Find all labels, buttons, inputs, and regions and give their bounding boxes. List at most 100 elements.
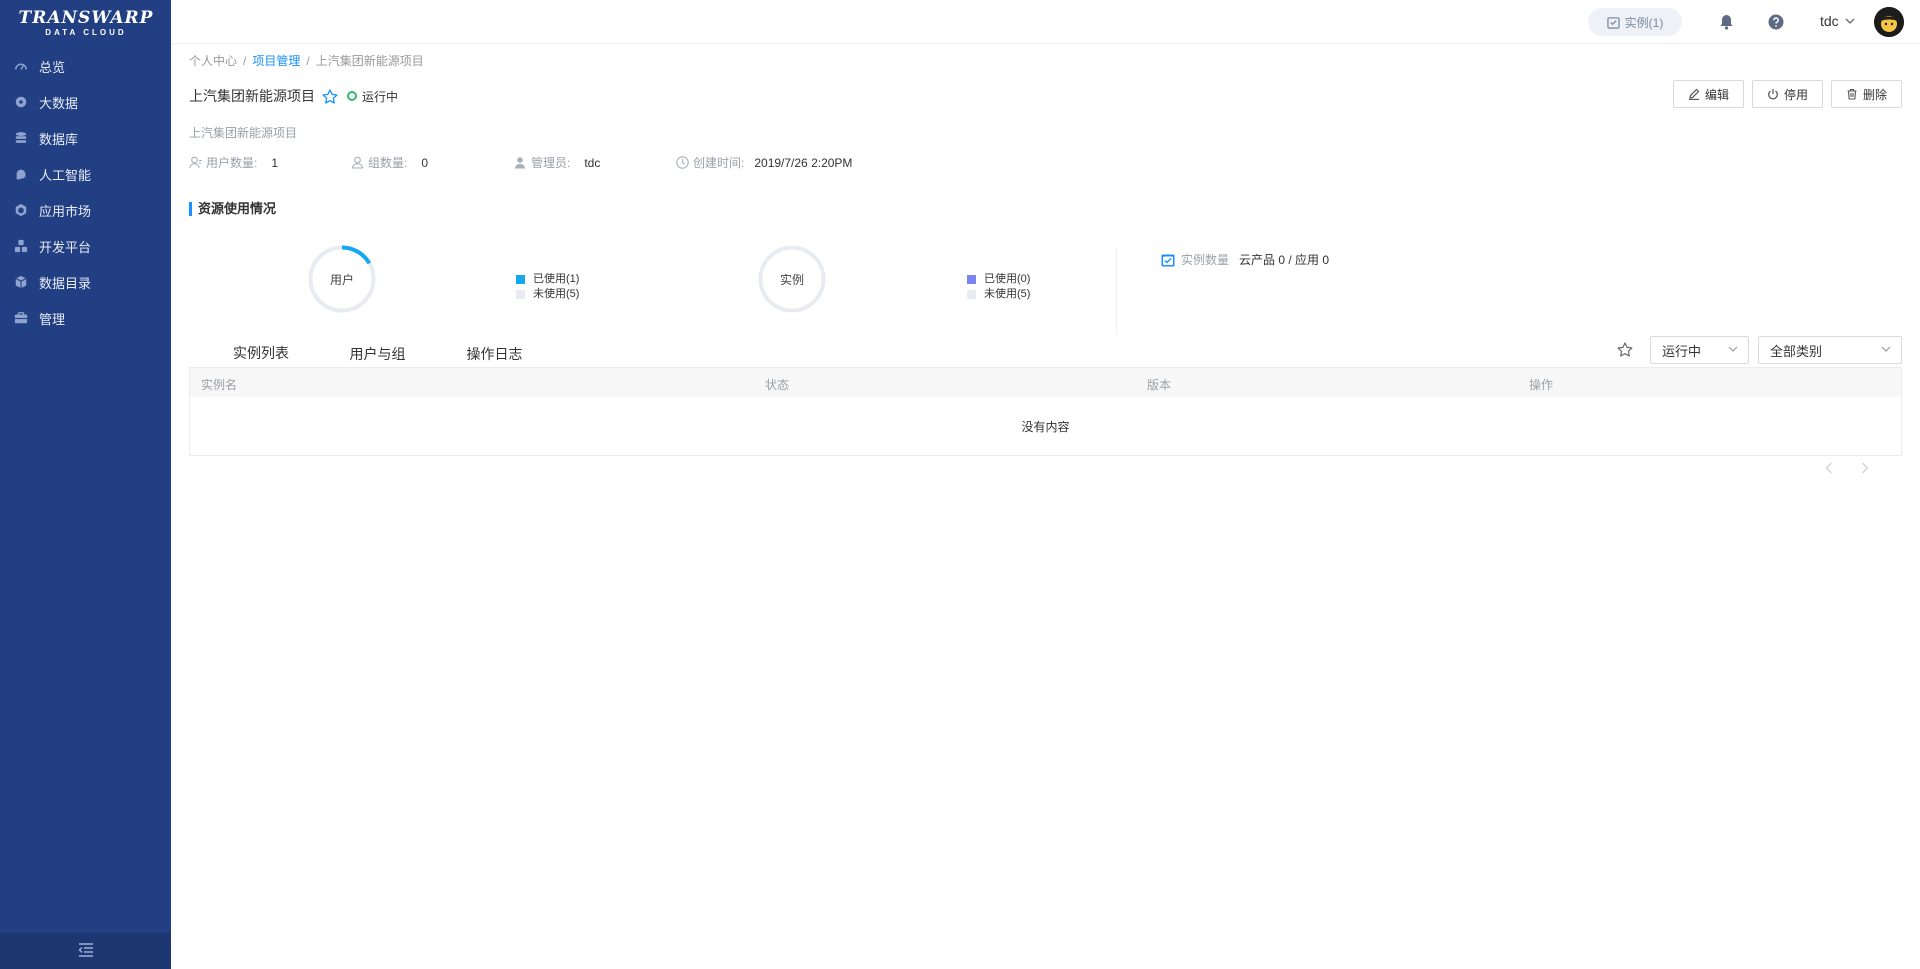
sidebar: TRANSWARP DATA CLOUD 总览 大数据 数据库 人工智能 应用市… <box>0 0 171 969</box>
legend-label: 已使用(1) <box>533 273 580 285</box>
legend-used: 已使用(0) <box>967 272 1030 287</box>
notification-bell-icon[interactable] <box>1717 13 1735 31</box>
database-icon <box>14 131 28 145</box>
prev-page-button[interactable] <box>1825 462 1833 477</box>
user-usage-donut: 用户 <box>308 245 376 313</box>
project-actions: 编辑 停用 删除 <box>1672 80 1902 108</box>
instance-count-button[interactable]: 实例(1) <box>1588 8 1682 36</box>
disable-button[interactable]: 停用 <box>1751 80 1823 108</box>
edit-button[interactable]: 编辑 <box>1672 80 1744 108</box>
tab-bar: 实例列表 用户与组 操作日志 <box>203 338 1902 370</box>
sidebar-item-overview[interactable]: 总览 <box>0 48 171 84</box>
sidebar-item-label: 总览 <box>39 59 66 75</box>
favorite-filter-star-icon[interactable] <box>1617 342 1633 360</box>
meta-label: 用户数量: <box>206 156 258 170</box>
dashboard-icon <box>14 59 28 73</box>
status-dot-icon <box>347 91 357 101</box>
disable-label: 停用 <box>1783 87 1808 102</box>
instance-count-value: 云产品 0 / 应用 0 <box>1239 253 1330 267</box>
management-icon <box>14 311 28 325</box>
legend-label: 未使用(5) <box>533 288 580 300</box>
sidebar-item-database[interactable]: 数据库 <box>0 120 171 156</box>
category-filter-select[interactable]: 全部类别 <box>1758 336 1902 364</box>
user-usage-legend: 已使用(1) 未使用(5) <box>516 272 579 302</box>
legend-label: 未使用(5) <box>984 288 1031 300</box>
meta-value: tdc <box>584 155 601 170</box>
next-page-button[interactable] <box>1861 462 1869 477</box>
sidebar-collapse-button[interactable] <box>0 933 171 969</box>
chevron-left-icon <box>1825 462 1832 474</box>
status-text: 运行中 <box>362 89 399 104</box>
help-icon[interactable] <box>1767 13 1785 31</box>
legend-used: 已使用(1) <box>516 272 579 287</box>
meta-admin: 管理员: tdc <box>514 154 676 171</box>
sidebar-item-ai[interactable]: 人工智能 <box>0 156 171 192</box>
meta-created-time: 创建时间: 2019/7/26 2:20PM <box>676 154 852 171</box>
meta-label: 管理员: <box>531 156 571 170</box>
sidebar-item-label: 大数据 <box>39 95 79 111</box>
data-catalog-icon <box>14 275 28 289</box>
project-title-row: 上汽集团新能源项目 运行中 <box>189 86 398 106</box>
tab-users-groups[interactable]: 用户与组 <box>319 338 436 370</box>
legend-swatch <box>967 275 976 284</box>
tab-label: 用户与组 <box>349 346 406 362</box>
transwarp-logo[interactable]: TRANSWARP DATA CLOUD <box>18 8 154 40</box>
tab-label: 实例列表 <box>233 345 289 361</box>
column-header-operation: 操作 <box>1529 378 1554 392</box>
tab-operation-log[interactable]: 操作日志 <box>436 338 553 370</box>
sidebar-item-label: 人工智能 <box>39 167 92 183</box>
sidebar-item-management[interactable]: 管理 <box>0 300 171 336</box>
page-title: 上汽集团新能源项目 <box>189 88 315 104</box>
select-value: 运行中 <box>1662 343 1702 359</box>
edit-label: 编辑 <box>1704 87 1729 102</box>
column-header-instance-name: 实例名 <box>201 378 238 392</box>
dev-platform-icon <box>14 239 28 253</box>
tab-instance-list[interactable]: 实例列表 <box>203 338 319 370</box>
project-description: 上汽集团新能源项目 <box>189 126 298 140</box>
sidebar-item-app-market[interactable]: 应用市场 <box>0 192 171 228</box>
user-menu[interactable]: tdc <box>1820 13 1855 29</box>
logo-sub: DATA CLOUD <box>45 28 127 37</box>
instance-pill-label: 实例(1) <box>1624 15 1664 30</box>
favorite-star-icon[interactable] <box>322 88 338 104</box>
chevron-down-icon <box>1881 346 1891 352</box>
user-name: tdc <box>1820 13 1839 29</box>
sidebar-item-big-data[interactable]: 大数据 <box>0 84 171 120</box>
power-icon <box>1768 89 1778 100</box>
table-empty-text: 没有内容 <box>1021 419 1070 434</box>
sidebar-item-label: 应用市场 <box>39 203 92 219</box>
resource-usage-title: 资源使用情况 <box>189 202 276 216</box>
breadcrumb-project-management[interactable]: 项目管理 <box>252 54 300 68</box>
meta-value: 1 <box>271 155 279 170</box>
chevron-down-icon <box>1845 18 1855 24</box>
table-header: 实例名 状态 版本 操作 <box>190 368 1901 397</box>
meta-label: 组数量: <box>368 156 408 170</box>
instance-usage-donut: 实例 <box>758 245 826 313</box>
donut-label: 用户 <box>329 272 354 287</box>
legend-swatch <box>516 275 525 284</box>
breadcrumb-personal-center[interactable]: 个人中心 <box>189 54 237 68</box>
sidebar-item-label: 数据目录 <box>39 275 92 291</box>
sidebar-item-label: 数据库 <box>39 131 79 147</box>
sidebar-item-label: 管理 <box>39 311 66 327</box>
edit-icon <box>1688 88 1700 100</box>
chevron-down-icon <box>1728 346 1738 352</box>
breadcrumb-current-project: 上汽集团新能源项目 <box>315 54 424 68</box>
legend-unused: 未使用(5) <box>967 287 1030 302</box>
admin-icon <box>515 157 525 169</box>
tab-label: 操作日志 <box>466 346 523 362</box>
breadcrumb-separator: / <box>243 54 247 68</box>
select-value: 全部类别 <box>1770 343 1823 359</box>
legend-label: 已使用(0) <box>984 273 1031 285</box>
delete-button[interactable]: 删除 <box>1830 80 1902 108</box>
status-filter-select[interactable]: 运行中 <box>1650 336 1749 364</box>
clock-icon <box>676 156 689 169</box>
meta-value: 0 <box>421 155 429 170</box>
section-divider <box>1116 246 1117 334</box>
sidebar-item-data-catalog[interactable]: 数据目录 <box>0 264 171 300</box>
avatar[interactable] <box>1874 7 1904 37</box>
sidebar-item-dev-platform[interactable]: 开发平台 <box>0 228 171 264</box>
instance-count-label: 实例数量 <box>1181 253 1230 267</box>
meta-group-count: 组数量: 0 <box>351 154 514 171</box>
meta-value: 2019/7/26 2:20PM <box>754 155 853 170</box>
